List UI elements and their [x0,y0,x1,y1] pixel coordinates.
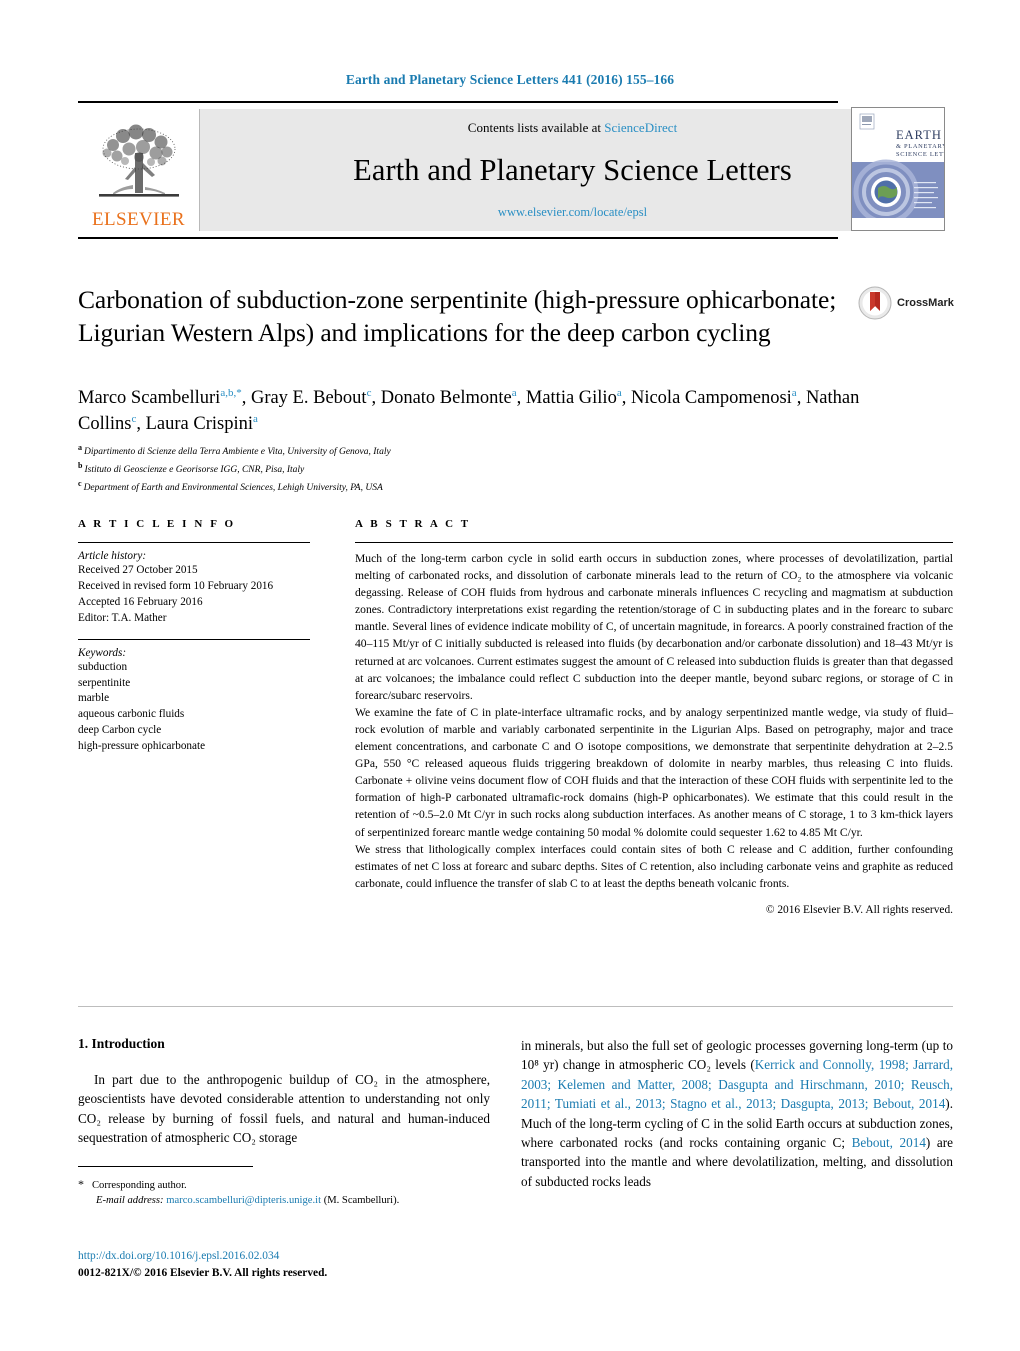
contents-available-line: Contents lists available at ScienceDirec… [468,120,677,136]
journal-cover-image: EARTH & PLANETARY SCIENCE LETTERS [852,108,944,230]
author-affiliation-mark: a,b, [220,386,237,399]
elsevier-tree-icon [98,124,179,197]
svg-text:SCIENCE LETTERS: SCIENCE LETTERS [896,151,944,158]
author-affiliation-mark: c [366,386,372,399]
affiliation-text: Dipartimento di Scienze della Terra Ambi… [84,447,391,458]
affiliation-mark: b [78,461,83,471]
section-heading-introduction: 1. Introduction [78,1036,165,1051]
article-info-section: A R T I C L E I N F O Article history: R… [78,518,310,755]
journal-homepage-link[interactable]: www.elsevier.com/locate/epsl [498,205,647,220]
title-block: Carbonation of subduction-zone serpentin… [78,283,838,349]
keywords-rule [78,638,310,640]
author-name: Marco Scambelluri [78,388,221,408]
crossmark-icon [858,286,892,320]
abstract-copyright: © 2016 Elsevier B.V. All rights reserved… [765,903,953,916]
masthead-top-rule [78,101,838,103]
elsevier-wordmark: ELSEVIER [92,209,185,230]
email-note: E-mail address: marco.scambelluri@dipter… [78,1193,498,1208]
abstract-heading: A B S T R A C T [355,518,471,530]
author-name: Nicola Campomenosi [630,388,792,408]
keyword-item: aqueous carbonic fluids [78,708,185,721]
affiliation-text: Istituto di Geoscienze e Georisorse IGG,… [84,465,305,476]
author-affiliation-mark: a [511,386,517,399]
article-history-line: Editor: T.A. Mather [78,611,167,624]
intro-paragraph-left-text: In part due to the anthropogenic buildup… [78,1072,490,1146]
keyword-item: deep Carbon cycle [78,724,162,737]
affiliation-mark: c [78,479,82,489]
abstract-body: Much of the long-term carbon cycle in so… [355,550,953,892]
corresponding-author-star: * [236,386,242,399]
sciencedirect-link[interactable]: ScienceDirect [604,120,677,135]
abstract-paragraph: We stress that lithologically complex in… [355,842,953,890]
author-name: Gray E. Bebout [250,388,367,408]
keywords-title: Keywords: [78,646,127,659]
affiliation-mark: a [78,443,82,452]
contents-prefix: Contents lists available at [467,120,605,135]
svg-text:& PLANETARY: & PLANETARY [896,143,944,150]
keyword-item: high-pressure ophicarbonate [78,740,206,753]
body-column-right: in minerals, but also the full set of ge… [521,1036,953,1191]
crossmark-label: CrossMark [897,297,954,309]
article-history-lines: Received 27 October 2015 Received in revi… [78,563,310,627]
abstract-paragraph: We examine the fate of C in plate-interf… [355,705,953,839]
citation-link-bebout-2014[interactable]: Bebout, 2014 [852,1135,926,1150]
footnotes-block: * Corresponding author. E-mail address: … [78,1176,498,1209]
email-owner: (M. Scambelluri). [323,1195,400,1207]
keywords-lines: subduction serpentinite marble aqueous carb… [78,660,310,755]
article-history-title: Article history: [78,550,147,562]
footnote-rule [78,1166,253,1167]
affiliation-line: a Dipartimento di Scienze della Terra Amb… [78,442,778,460]
keywords-block: Keywords: subduction serpentinite marble aq… [78,638,310,755]
article-info-heading: A R T I C L E I N F O [78,518,236,530]
article-history-line: Received in revised form 10 February 201… [78,579,274,592]
corresponding-author-marker: * [78,1177,84,1191]
affiliation-line: c Department of Earth and Environmental S… [78,478,778,496]
crossmark-badge[interactable]: CrossMark [858,286,954,320]
abstract-rule [355,542,953,543]
journal-masthead: ELSEVIER Contents lists available at Sci… [78,101,945,239]
paper-page: Earth and Planetary Science Letters 441 … [0,0,1020,1351]
affiliation-text: Department of Earth and Environmental Sc… [83,483,383,494]
body-column-left: 1. Introduction In part due to the anthr… [78,1036,490,1148]
article-info-rule [78,542,310,543]
affiliation-list: a Dipartimento di Scienze della Terra Amb… [78,442,778,496]
keyword-item: serpentinite [78,676,131,689]
corresponding-author-note: * Corresponding author. [78,1176,498,1193]
keyword-item: subduction [78,660,128,673]
affiliation-line: b Istituto di Geoscienze e Georisorse IGG… [78,460,778,478]
author-affiliation-mark: c [131,413,137,426]
author-affiliation-mark: a [791,386,797,399]
article-history-line: Accepted 16 February 2016 [78,595,203,608]
author-affiliation-mark: a [253,413,258,426]
email-link[interactable]: marco.scambelluri@dipteris.unige.it [166,1195,321,1206]
doi-block: http://dx.doi.org/10.1016/j.epsl.2016.02… [78,1248,498,1282]
journal-title: Earth and Planetary Science Letters [353,153,792,188]
page-title: Carbonation of subduction-zone serpentin… [78,285,837,348]
intro-paragraph-right: in minerals, but also the full set of ge… [521,1036,953,1191]
author-name: Laura Crispini [145,414,253,435]
body-divider [78,1006,953,1007]
doi-link[interactable]: http://dx.doi.org/10.1016/j.epsl.2016.02… [78,1248,498,1265]
abstract-paragraph: Much of the long-term carbon cycle in so… [355,552,953,702]
running-head: Earth and Planetary Science Letters 441 … [345,72,675,87]
author-list: Marco Scambelluria,b,*, Gray E. Beboutc,… [78,386,860,435]
svg-text:EARTH: EARTH [896,128,942,142]
journal-band: Contents lists available at ScienceDirec… [200,109,945,231]
intro-paragraph-left: In part due to the anthropogenic buildup… [78,1070,490,1148]
keyword-item: marble [78,692,110,705]
masthead-bottom-rule [78,237,838,239]
author-name: Mattia Gilio [525,388,617,408]
journal-cover-thumbnail: EARTH & PLANETARY SCIENCE LETTERS [851,107,945,231]
author-name: Donato Belmonte [380,388,512,408]
author-affiliation-mark: a [616,386,622,399]
elsevier-logo: ELSEVIER [78,109,200,231]
masthead-row: ELSEVIER Contents lists available at Sci… [78,109,945,231]
article-history-line: Received 27 October 2015 [78,564,198,576]
abstract-section: A B S T R A C T Much of the long-term ca… [355,518,953,916]
corresponding-author-text: Corresponding author. [91,1180,187,1191]
email-label: E-mail address: [96,1195,164,1207]
issn-copyright-line: 0012-821X/© 2016 Elsevier B.V. All right… [78,1267,328,1280]
